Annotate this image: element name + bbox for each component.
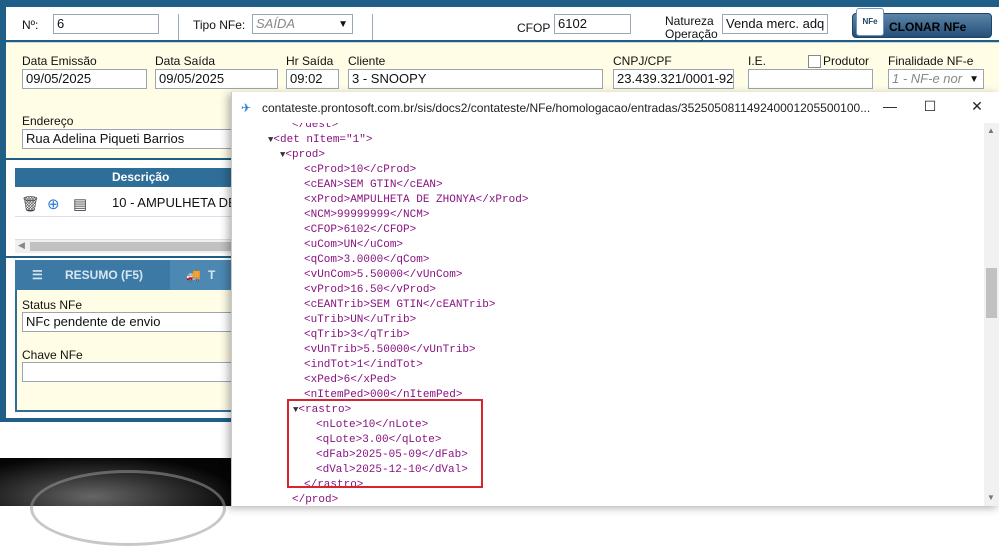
xml-line: </prod> [292,494,339,506]
dropdown-arrow-icon: ▼ [338,19,348,30]
xml-line: <CFOP>6102</CFOP> [304,224,417,236]
xml-line: <uTrib>UN</uTrib> [304,314,417,326]
data-saida-label: Data Saída [155,54,216,68]
tipo-nfe-label: Tipo NFe: [193,18,246,32]
natureza-input[interactable]: Venda merc. adq [722,14,828,34]
hr-saida-input[interactable]: 09:02 [286,69,339,89]
data-emissao-input[interactable]: 09/05/2025 [22,69,147,89]
add-icon[interactable]: ⊕ [47,195,60,213]
cnpj-label: CNPJ/CPF [613,54,672,68]
divider [372,14,373,40]
data-emissao-label: Data Emissão [22,54,97,68]
nfe-document-icon: NFe [856,8,884,36]
endereco-input[interactable]: Rua Adelina Piqueti Barrios [22,129,237,149]
endereco-label: Endereço [22,114,74,128]
produtor-label: Produtor [823,54,870,68]
row-description: 10 - AMPULHETA DE Z [112,195,249,210]
xml-line: ▼<det nItem="1"> [268,134,373,146]
tipo-nfe-select[interactable]: SAÍDA ▼ [252,14,353,34]
xml-line: <cEAN>SEM GTIN</cEAN> [304,179,443,191]
xml-line: <xPed>6</xPed> [304,374,397,386]
divider [178,14,179,40]
scrollbar-thumb[interactable] [986,268,997,318]
tab-resumo-label: RESUMO (F5) [65,268,143,282]
document-icon[interactable]: ▤ [73,195,87,213]
scroll-down-icon[interactable]: ▼ [987,493,995,502]
data-saida-input[interactable]: 09/05/2025 [155,69,278,89]
finalidade-value: 1 - NF-e nor [892,71,963,86]
ie-label: I.E. [748,54,767,68]
xml-line: <cEANTrib>SEM GTIN</cEANTrib> [304,299,496,311]
cnpj-input[interactable]: 23.439.321/0001-92 [613,69,734,89]
produtor-checkbox[interactable] [808,55,821,68]
cfop-input[interactable]: 6102 [554,14,631,34]
hr-saida-label: Hr Saída [286,54,334,68]
cliente-label: Cliente [348,54,386,68]
rastro-highlight-box [287,399,483,488]
background-photo-ring [30,470,226,546]
table-row[interactable]: 🗑 ⊕ ▤ 10 - AMPULHETA DE Z [15,190,248,217]
grid-header: Descrição [15,168,232,187]
maximize-icon[interactable]: ☐ [920,98,940,115]
horizontal-scrollbar[interactable]: ◀ [15,239,232,253]
xml-line: <vUnTrib>5.50000</vUnTrib> [304,344,476,356]
xml-line: <qCom>3.0000</qCom> [304,254,430,266]
ie-input[interactable] [748,69,873,89]
clonar-nfe-button[interactable]: NFe CLONAR NFe [852,8,992,38]
xml-line: <vUnCom>5.50000</vUnCom> [304,269,463,281]
trash-icon[interactable]: 🗑 [21,195,40,213]
numero-input[interactable]: 6 [53,14,159,34]
tab-transporte-label: T [208,268,216,282]
operacao-label: Operação [665,27,718,41]
chave-nfe-input[interactable] [22,362,237,382]
cliente-input[interactable]: 3 - SNOOPY [348,69,603,89]
numero-label: Nº: [22,18,39,32]
finalidade-select[interactable]: 1 - NF-e nor ▼ [888,69,984,89]
clonar-nfe-label: CLONAR NFe [889,20,967,34]
vertical-scrollbar[interactable]: ▲ ▼ [984,123,999,506]
minimize-icon[interactable]: — [880,98,900,114]
chave-nfe-label: Chave NFe [22,348,83,362]
xml-line: </dest> [292,123,339,131]
descricao-column-header[interactable]: Descrição [97,168,232,187]
xml-line: <indTot>1</indTot> [304,359,423,371]
xml-line: <NCM>99999999</NCM> [304,209,430,221]
xml-line: <uCom>UN</uCom> [304,239,404,251]
site-favicon-icon: ✈ [241,101,252,115]
xml-line: <xProd>AMPULHETA DE ZHONYA</xProd> [304,194,529,206]
natureza-label: Natureza [665,14,714,28]
xml-viewer-window: ✈ contateste.prontosoft.com.br/sis/docs2… [231,92,999,506]
xml-line: ▼<prod> [280,149,326,161]
tab-transporte[interactable]: 🚚 T [170,260,232,290]
scrollbar-thumb[interactable] [30,242,232,251]
status-nfe-label: Status NFe [22,298,83,312]
list-icon: ☰ [32,268,43,282]
cfop-label: CFOP [517,21,551,35]
xml-line: <vProd>16.50</vProd> [304,284,437,296]
xml-line: <qTrib>3</qTrib> [304,329,410,341]
close-icon[interactable]: ✕ [967,98,987,115]
status-nfe-input[interactable]: NFc pendente de envio [22,312,237,332]
dropdown-arrow-icon: ▼ [969,74,979,85]
tab-bar: ☰ RESUMO (F5) 🚚 T [15,260,232,290]
tab-resumo[interactable]: ☰ RESUMO (F5) [15,260,168,290]
truck-icon: 🚚 [186,268,201,282]
scroll-left-icon[interactable]: ◀ [18,240,25,251]
tipo-nfe-value: SAÍDA [256,16,296,31]
xml-window-titlebar[interactable]: ✈ contateste.prontosoft.com.br/sis/docs2… [232,92,999,123]
xml-line: <cProd>10</cProd> [304,164,417,176]
finalidade-label: Finalidade NF-e [888,54,974,68]
scroll-up-icon[interactable]: ▲ [987,126,995,135]
xml-window-url: contateste.prontosoft.com.br/sis/docs2/c… [262,101,871,115]
